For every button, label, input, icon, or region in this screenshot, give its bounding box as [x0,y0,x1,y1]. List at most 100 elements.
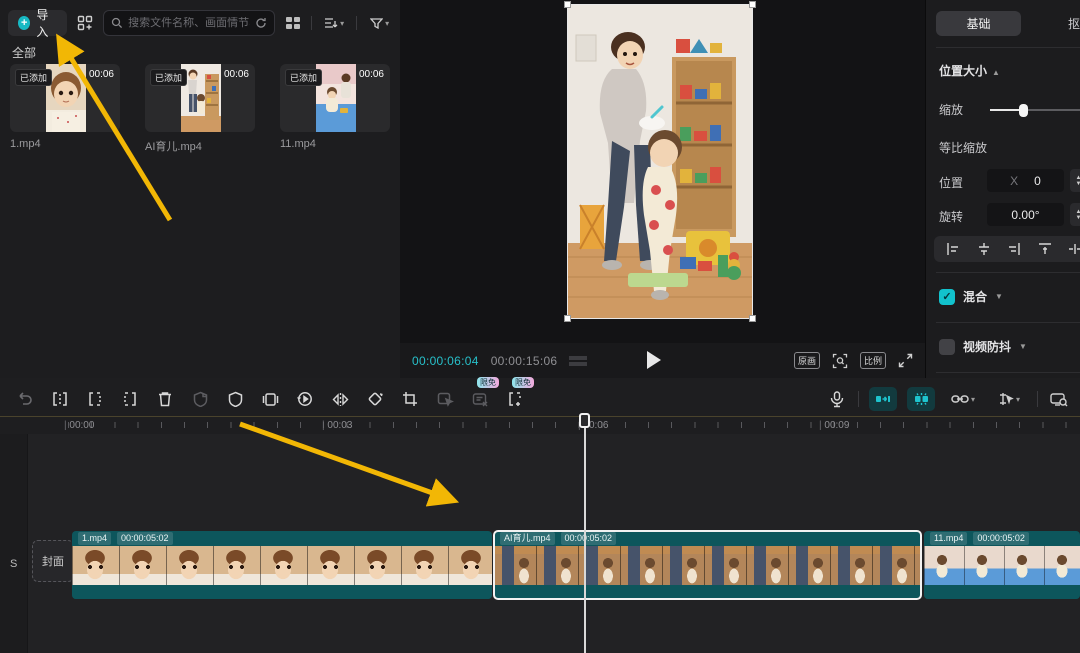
limited-free-badge: 限免 [477,377,499,388]
chevron-down-icon[interactable]: ▼ [1019,342,1027,351]
media-card-2[interactable]: 已添加 00:06 AI育儿.mp4 [145,64,255,154]
select-region-icon[interactable] [434,388,456,410]
resize-handle[interactable] [564,315,571,322]
align-center-h-icon[interactable] [977,242,991,256]
rotate-icon[interactable] [364,388,386,410]
play-icon[interactable] [647,351,661,369]
trim-left-icon[interactable] [84,388,106,410]
stabilize-checkbox[interactable] [939,339,955,355]
freeze-frame-icon[interactable] [259,388,281,410]
tab-basic[interactable]: 基础 [936,11,1021,36]
filter-all-label[interactable]: 全部 [12,44,36,61]
track-letter: S [10,558,17,570]
resize-handle[interactable] [749,1,756,8]
video-editor-app: + 导入 [0,0,1080,653]
timeline-clip-3[interactable]: 11.mp4 00:00:05:02 [924,531,1080,599]
inspector-panel: 基础 抠像 位置大小▲ 缩放 等比缩放 位置 X0 ▲▼ 旋转 0.00° ▲▼ [925,0,1080,378]
preview-scene [568,5,752,318]
freeze-add-icon[interactable]: 限免 [504,388,526,410]
undo-icon[interactable] [14,388,36,410]
media-name: 11.mp4 [280,138,390,150]
resize-handle[interactable] [749,315,756,322]
stabilize-row: 视频防抖 ▼ [939,338,1027,355]
uniform-scale-label[interactable]: 等比缩放 [939,139,987,156]
timeline-clip-2-selected[interactable]: AI育儿.mp4 00:00:05:02 [494,531,921,599]
fullscreen-icon[interactable] [898,353,913,368]
import-button[interactable]: + 导入 [8,10,67,36]
link-dropdown-icon[interactable]: ▾ [945,388,981,410]
enhance-icon[interactable] [1048,388,1070,410]
media-grid: 已添加 00:06 1.mp4 [10,64,390,154]
current-time: 00:00:06:04 [412,354,479,368]
linkage-icon[interactable] [907,387,935,411]
ratio-button[interactable]: 比例 [860,352,886,369]
position-x-input[interactable]: X0 [987,169,1064,192]
filter-icon[interactable]: ▾ [365,12,394,34]
resize-handle[interactable] [564,1,571,8]
quality-button[interactable]: 原画 [794,352,820,369]
clip-name: 11.mp4 [930,532,967,545]
align-top-icon[interactable] [1038,242,1052,256]
refresh-icon[interactable] [255,17,267,29]
clip-filmstrip [494,546,921,585]
align-center-v-icon[interactable] [1068,242,1080,256]
search-input[interactable] [128,17,250,29]
mask-disabled-icon[interactable] [189,388,211,410]
import-label: 导入 [36,6,57,40]
position-label: 位置 [939,174,963,191]
align-right-icon[interactable] [1007,242,1021,256]
sort-icon[interactable]: ▾ [320,12,349,34]
scale-slider[interactable] [990,103,1080,117]
stabilize-label: 视频防抖 [963,338,1011,355]
clip-name: AI育儿.mp4 [500,532,555,545]
ruler-label: 00:03 [322,420,352,431]
cover-button[interactable]: 封面 [32,540,74,582]
added-badge: 已添加 [15,69,52,86]
tab-matting[interactable]: 抠像 [1068,15,1080,32]
split-icon[interactable] [49,388,71,410]
cursor-mode-icon[interactable]: ▾ [991,388,1027,410]
snap-icon[interactable] [869,387,897,411]
smart-trim-icon[interactable]: 限免 [469,388,491,410]
zoom-fit-icon[interactable] [832,353,848,369]
clip-duration: 00:00:05:02 [561,532,617,545]
timeline-toolbar: 限免 限免 ▾ ▾ [0,382,1080,416]
media-card-3[interactable]: 已添加 00:06 11.mp4 [280,64,390,154]
crop-icon[interactable] [399,388,421,410]
ruler-label: 00:09 [819,420,849,431]
playhead-handle[interactable] [579,413,590,428]
frames-icon[interactable] [569,356,587,366]
track-gutter: S [0,434,28,653]
preview-video[interactable] [567,4,753,319]
blend-checkbox[interactable]: ✓ [939,289,955,305]
scale-label: 缩放 [939,101,963,118]
compact-grid-icon[interactable] [75,12,95,34]
mirror-icon[interactable] [329,388,351,410]
trim-right-icon[interactable] [119,388,141,410]
search-box[interactable] [103,10,275,36]
microphone-icon[interactable] [826,388,848,410]
mask-icon[interactable] [224,388,246,410]
timeline-clip-1[interactable]: 1.mp4 00:00:05:02 [72,531,492,599]
media-card-1[interactable]: 已添加 00:06 1.mp4 [10,64,120,154]
rotate-stepper[interactable]: ▲▼ [1070,203,1080,226]
search-icon [111,17,123,29]
align-left-icon[interactable] [946,242,960,256]
timeline-panel: 限免 限免 ▾ ▾ [0,378,1080,653]
slider-thumb[interactable] [1019,104,1028,117]
playhead-line [584,416,586,653]
reverse-icon[interactable] [294,388,316,410]
clip-duration: 00:00:05:02 [973,532,1029,545]
media-name: 1.mp4 [10,138,120,150]
duration-label: 00:06 [224,69,249,80]
section-position-size[interactable]: 位置大小▲ [939,62,1000,79]
total-time: 00:00:15:06 [491,354,558,368]
clip-duration: 00:00:05:02 [117,532,173,545]
rotate-input[interactable]: 0.00° [987,203,1064,226]
position-stepper[interactable]: ▲▼ [1070,169,1080,192]
chevron-down-icon[interactable]: ▼ [995,292,1003,301]
delete-icon[interactable] [154,388,176,410]
layout-grid-icon[interactable] [283,12,303,34]
media-name: AI育儿.mp4 [145,138,255,154]
timeline-ruler[interactable]: 00:00 00:03 00:06 00:09 [0,416,1080,434]
